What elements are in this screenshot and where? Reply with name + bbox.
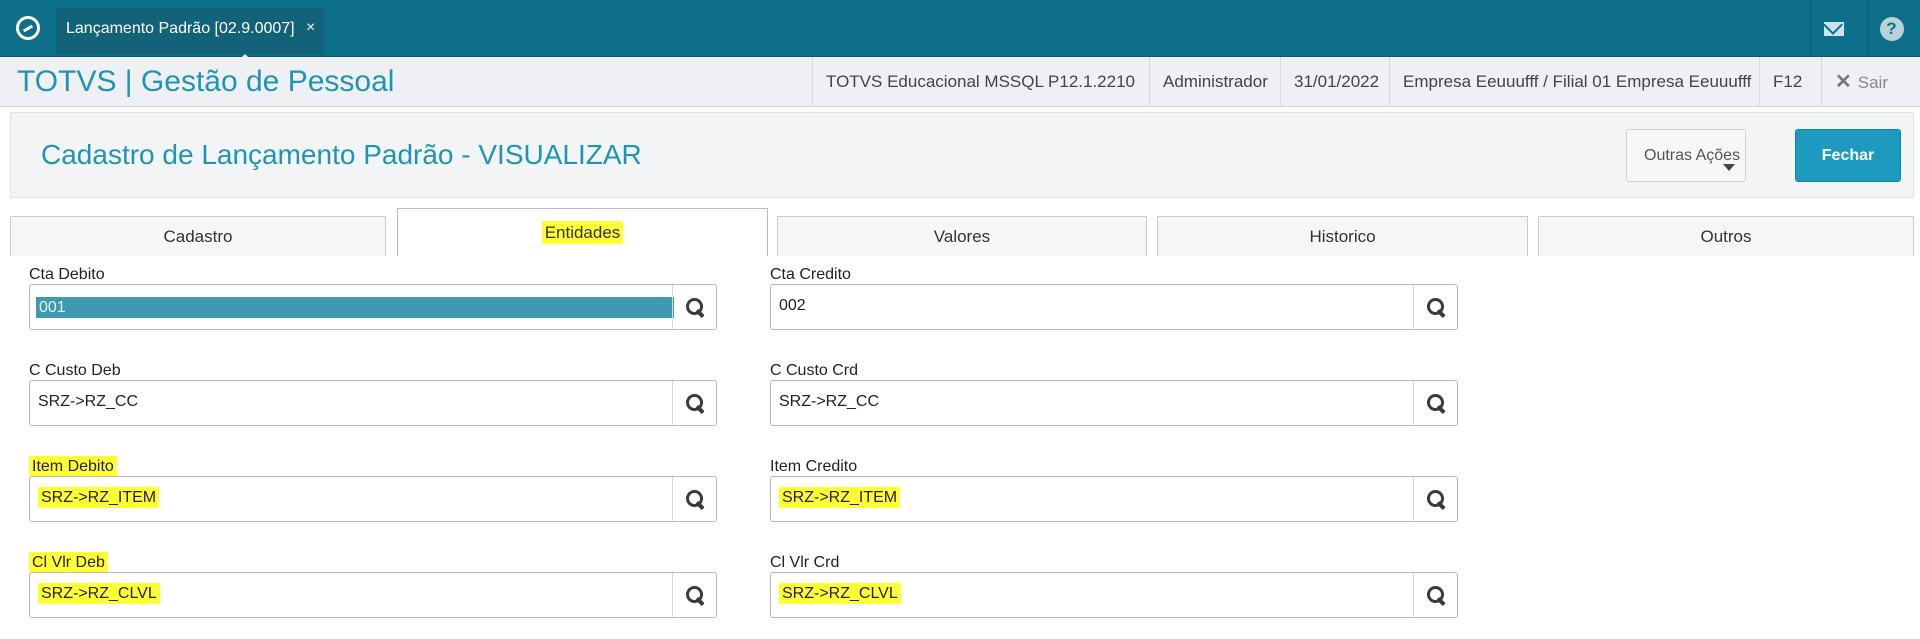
- search-icon: [1426, 489, 1446, 509]
- app-brand: TOTVS | Gestão de Pessoal: [17, 65, 395, 98]
- cl-vlr-deb-value[interactable]: SRZ->RZ_CLVL: [38, 583, 160, 604]
- chevron-down-icon: [1723, 164, 1735, 171]
- tab-entidades[interactable]: Entidades: [397, 208, 768, 256]
- cl-vlr-crd-value[interactable]: SRZ->RZ_CLVL: [779, 583, 901, 604]
- item-debito-field[interactable]: SRZ->RZ_ITEM: [29, 476, 717, 522]
- search-icon: [685, 585, 705, 605]
- item-credito-label: Item Credito: [770, 458, 858, 475]
- search-icon: [1426, 297, 1446, 317]
- item-debito-lookup-button[interactable]: [672, 477, 716, 521]
- search-icon: [1426, 393, 1446, 413]
- app-header: TOTVS | Gestão de Pessoal TOTVS Educacio…: [0, 57, 1920, 107]
- item-credito-value[interactable]: SRZ->RZ_ITEM: [779, 487, 901, 508]
- search-icon: [685, 393, 705, 413]
- search-icon: [685, 297, 705, 317]
- cta-credito-lookup-button[interactable]: [1413, 285, 1457, 329]
- help-button[interactable]: ?: [1868, 0, 1914, 57]
- exit-button[interactable]: ✕ Sair: [1821, 57, 1901, 107]
- mail-button[interactable]: [1810, 0, 1856, 57]
- page-title: Cadastro de Lançamento Padrão - VISUALIZ…: [41, 139, 642, 170]
- item-debito-value[interactable]: SRZ->RZ_ITEM: [38, 487, 160, 508]
- c-custo-deb-value[interactable]: SRZ->RZ_CC: [38, 393, 138, 411]
- cl-vlr-crd-lookup-button[interactable]: [1413, 573, 1457, 617]
- tab-outros[interactable]: Outros: [1538, 216, 1914, 256]
- cl-vlr-deb-label: Cl Vlr Deb: [29, 552, 108, 573]
- cta-credito-field[interactable]: 002: [770, 284, 1458, 330]
- cta-credito-label: Cta Credito: [770, 266, 851, 283]
- cta-credito-value[interactable]: 002: [779, 297, 806, 315]
- window-tab[interactable]: Lançamento Padrão [02.9.0007] ×: [56, 8, 324, 63]
- c-custo-crd-lookup-button[interactable]: [1413, 381, 1457, 425]
- item-credito-lookup-button[interactable]: [1413, 477, 1457, 521]
- close-icon[interactable]: ×: [306, 19, 315, 37]
- c-custo-deb-label: C Custo Deb: [29, 362, 121, 379]
- company-info[interactable]: Empresa Eeuuufff / Filial 01 Empresa Eeu…: [1389, 57, 1764, 107]
- date-info[interactable]: 31/01/2022: [1280, 57, 1392, 107]
- search-icon: [1426, 585, 1446, 605]
- tab-bar: Cadastro Entidades Valores Historico Out…: [10, 208, 1914, 256]
- c-custo-deb-field[interactable]: SRZ->RZ_CC: [29, 380, 717, 426]
- item-credito-field[interactable]: SRZ->RZ_ITEM: [770, 476, 1458, 522]
- title-panel: Cadastro de Lançamento Padrão - VISUALIZ…: [10, 112, 1914, 198]
- tab-valores[interactable]: Valores: [777, 216, 1147, 256]
- other-actions-button[interactable]: Outras Ações: [1626, 129, 1746, 182]
- cta-debito-label: Cta Debito: [29, 266, 105, 283]
- mail-icon: [1823, 21, 1844, 36]
- other-actions-label: Outras Ações: [1644, 146, 1741, 164]
- cta-debito-field[interactable]: 001: [29, 284, 717, 330]
- tab-historico[interactable]: Historico: [1157, 216, 1528, 256]
- user-info[interactable]: Administrador: [1149, 57, 1281, 107]
- cl-vlr-crd-label: Cl Vlr Crd: [770, 554, 840, 571]
- c-custo-crd-label: C Custo Crd: [770, 362, 859, 379]
- environment-info: TOTVS Educacional MSSQL P12.1.2210: [812, 57, 1148, 107]
- exit-label: Sair: [1857, 73, 1888, 92]
- shortcut-key[interactable]: F12: [1759, 57, 1815, 107]
- c-custo-crd-field[interactable]: SRZ->RZ_CC: [770, 380, 1458, 426]
- cta-debito-lookup-button[interactable]: [672, 285, 716, 329]
- close-button[interactable]: Fechar: [1795, 129, 1901, 182]
- top-bar: Lançamento Padrão [02.9.0007] × ?: [0, 0, 1920, 63]
- cl-vlr-deb-field[interactable]: SRZ->RZ_CLVL: [29, 572, 717, 618]
- cta-debito-value[interactable]: 001: [36, 297, 674, 318]
- help-icon: ?: [1879, 16, 1904, 41]
- totvs-logo-icon[interactable]: [16, 16, 40, 40]
- cl-vlr-deb-lookup-button[interactable]: [672, 573, 716, 617]
- tab-cadastro[interactable]: Cadastro: [10, 216, 386, 256]
- cl-vlr-crd-field[interactable]: SRZ->RZ_CLVL: [770, 572, 1458, 618]
- c-custo-deb-lookup-button[interactable]: [672, 381, 716, 425]
- search-icon: [685, 489, 705, 509]
- c-custo-crd-value[interactable]: SRZ->RZ_CC: [779, 393, 879, 411]
- close-x-icon: ✕: [1835, 71, 1852, 93]
- window-tab-title: Lançamento Padrão [02.9.0007]: [66, 20, 295, 37]
- item-debito-label: Item Debito: [29, 456, 117, 477]
